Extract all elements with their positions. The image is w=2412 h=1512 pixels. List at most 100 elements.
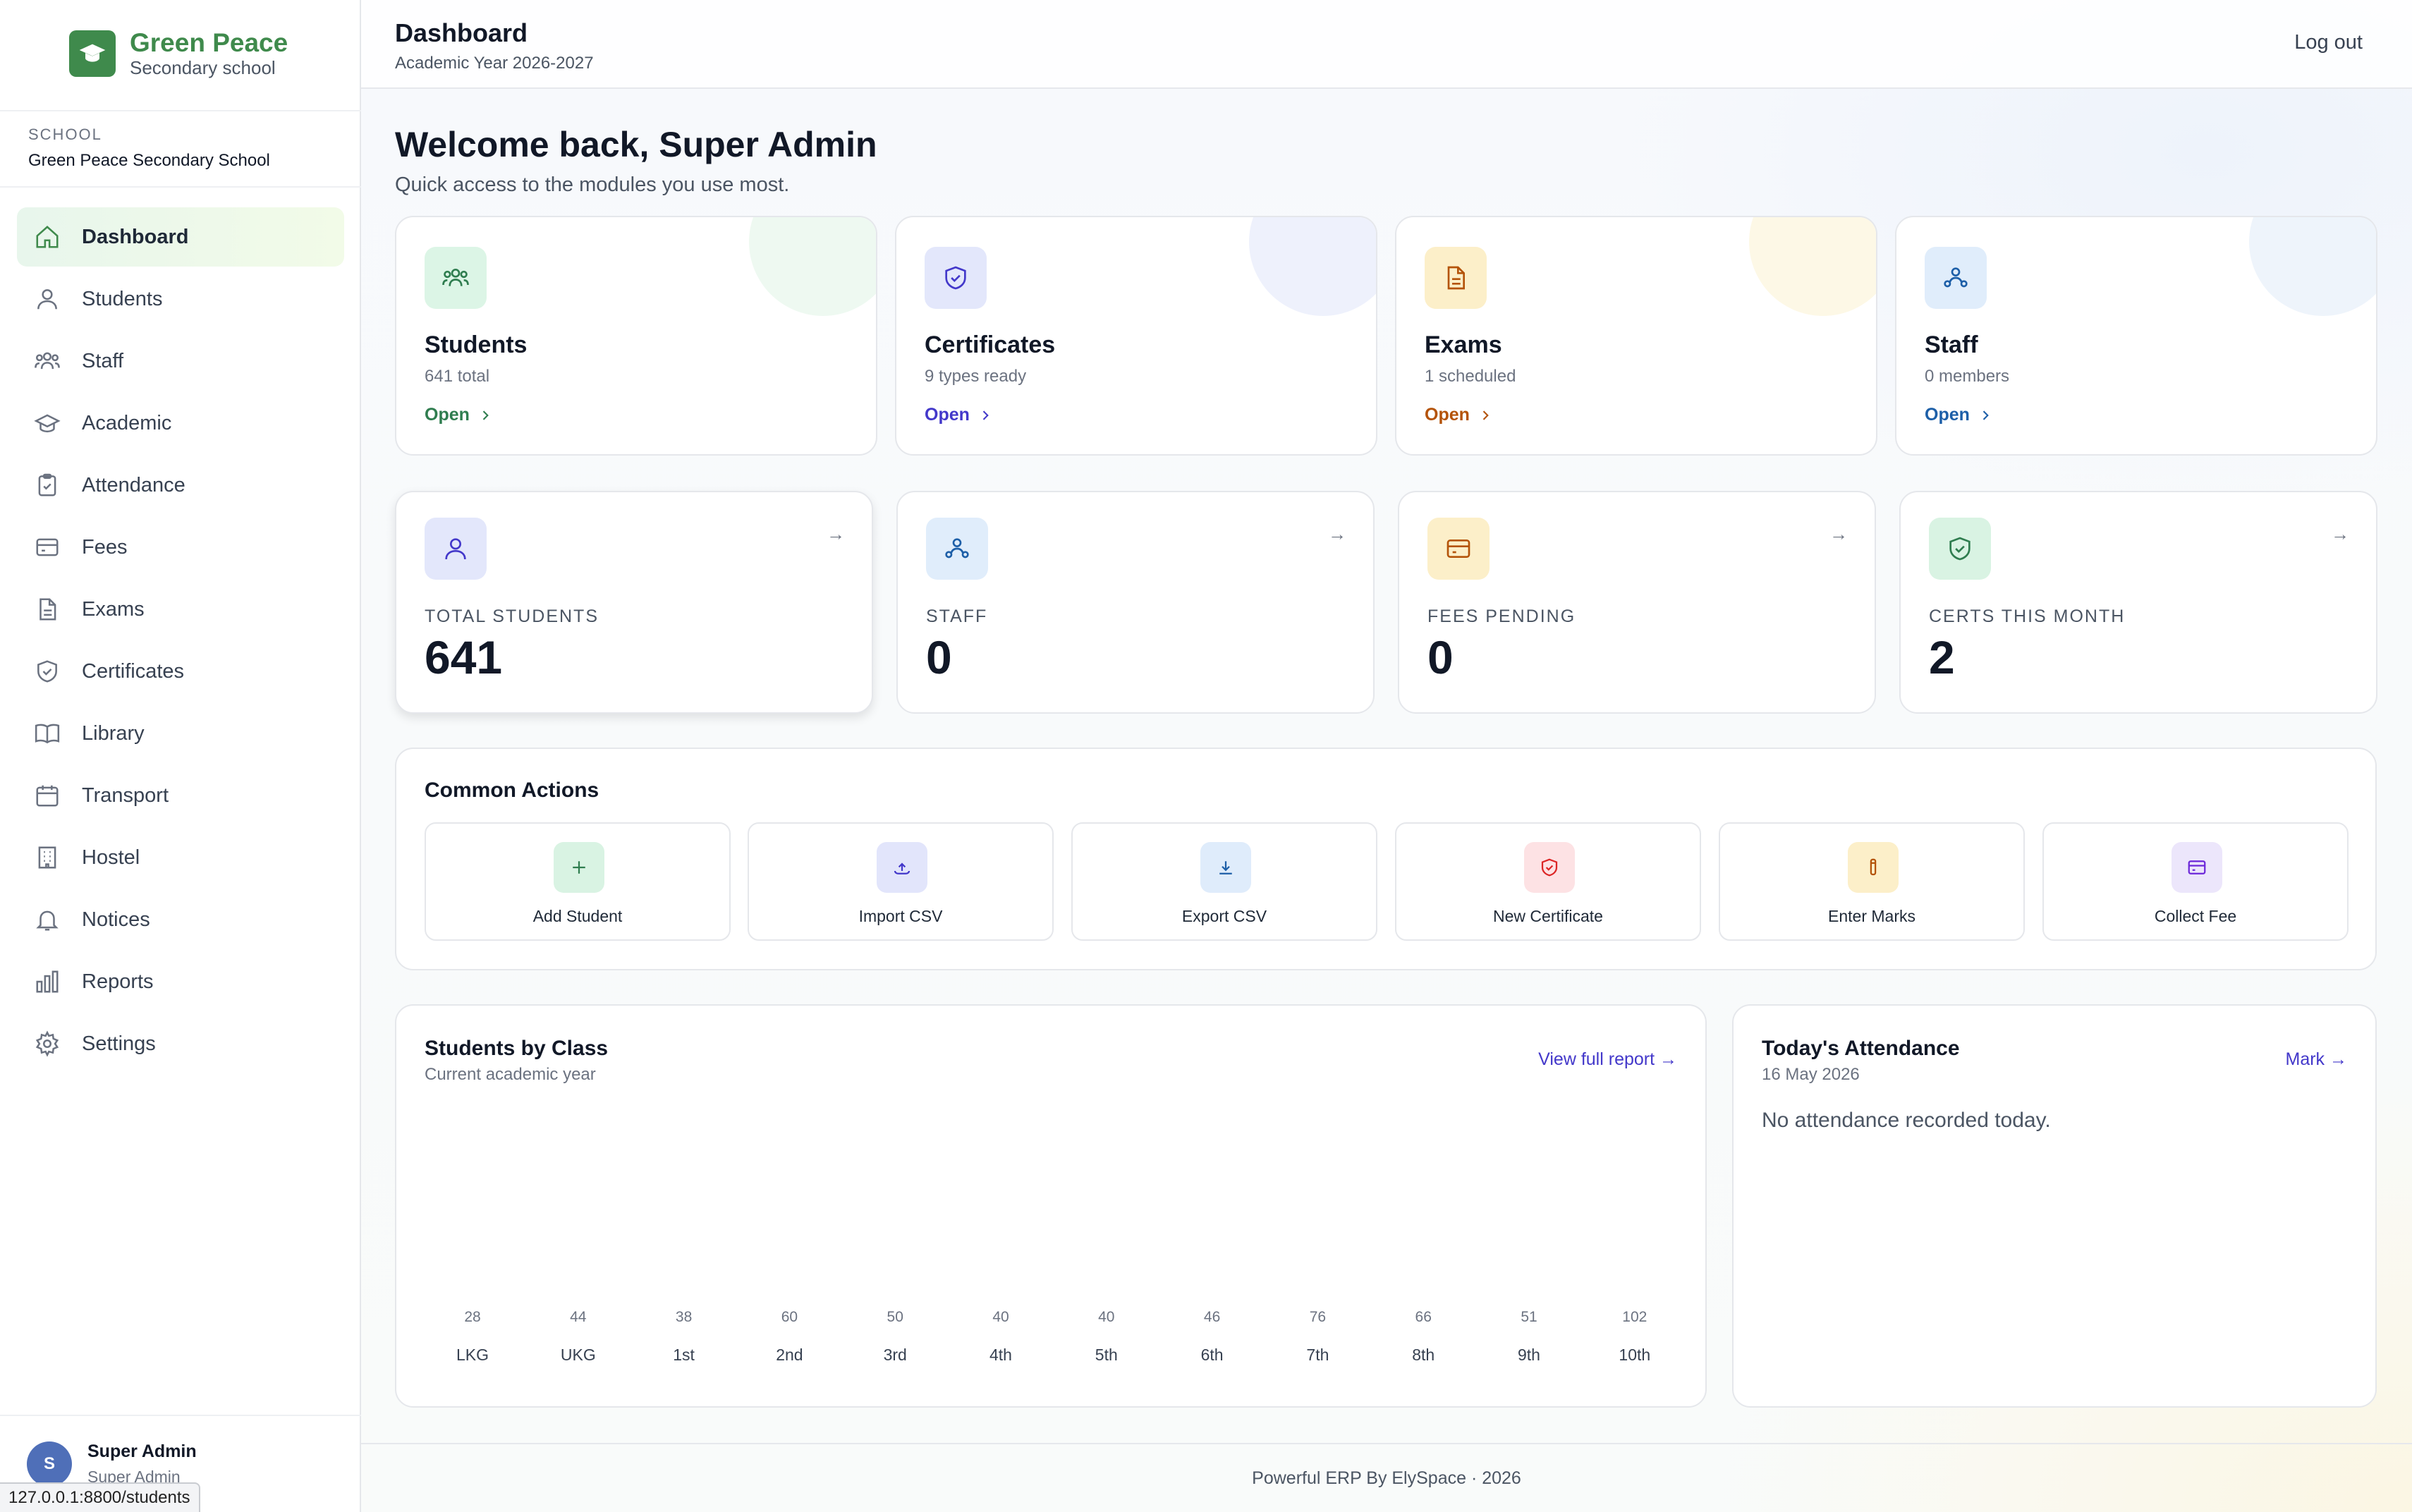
sidebar-item-fees[interactable]: Fees — [17, 518, 344, 577]
sidebar-item-settings[interactable]: Settings — [17, 1014, 344, 1073]
chevron-right-icon — [1982, 410, 1989, 420]
sidebar-item-transport[interactable]: Transport — [17, 766, 344, 825]
add-student-button[interactable]: Add Student — [425, 822, 731, 941]
attendance-date: 16 May 2026 — [1762, 1065, 1860, 1084]
sidebar-item-certificates[interactable]: Certificates — [17, 642, 344, 701]
stat-card-fees-pending[interactable]: → FEES PENDING 0 — [1398, 491, 1876, 714]
module-title: Exams — [1425, 331, 1502, 358]
stat-card-total-students[interactable]: → TOTAL STUDENTS 641 — [395, 491, 873, 714]
status-bar-url: 127.0.0.1:8800/students — [0, 1482, 200, 1512]
action-label: Import CSV — [858, 907, 943, 925]
sidebar-item-exams[interactable]: Exams — [17, 580, 344, 639]
bar-value-label: 50 — [887, 1309, 903, 1325]
sidebar-item-academic[interactable]: Academic — [17, 394, 344, 453]
sidebar-item-library[interactable]: Library — [17, 704, 344, 763]
card-decoration — [749, 217, 876, 316]
open-link[interactable]: Open — [1925, 405, 1992, 425]
panel-title: Today's Attendance — [1762, 1037, 1960, 1060]
sidebar-divider — [0, 186, 361, 188]
sidebar-item-label: Certificates — [82, 659, 185, 683]
open-label: Open — [925, 405, 970, 425]
card-decoration — [1749, 217, 1876, 316]
network-icon — [926, 518, 988, 580]
footer: Powerful ERP By ElySpace · 2026 — [361, 1443, 2412, 1512]
shield-check-icon — [925, 247, 987, 309]
credit-card-icon — [2172, 842, 2222, 893]
open-link[interactable]: Open — [925, 405, 992, 425]
shield-icon — [1524, 842, 1575, 893]
stat-card-certs-this-month[interactable]: → CERTS THIS MONTH 2 — [1899, 491, 2377, 714]
stat-label: TOTAL STUDENTS — [425, 606, 599, 626]
action-label: New Certificate — [1493, 907, 1603, 925]
bar-value-label: 51 — [1521, 1309, 1537, 1325]
sidebar-item-reports[interactable]: Reports — [17, 952, 344, 1011]
bar-value-label: 60 — [781, 1309, 798, 1325]
users-icon — [35, 352, 60, 370]
file-text-icon — [39, 598, 56, 621]
mark-attendance-link[interactable]: Mark → — [2286, 1049, 2348, 1070]
stat-value: 0 — [926, 631, 952, 683]
sidebar: Green Peace Secondary school SCHOOL Gree… — [0, 0, 361, 1512]
sidebar-item-hostel[interactable]: Hostel — [17, 828, 344, 887]
sidebar-item-label: Hostel — [82, 846, 140, 869]
sidebar-item-students[interactable]: Students — [17, 269, 344, 329]
module-card-exams[interactable]: Exams 1 scheduled Open — [1395, 216, 1877, 456]
bar-value-label: 76 — [1310, 1309, 1326, 1325]
stat-label: FEES PENDING — [1427, 606, 1576, 626]
academic-year: Academic Year 2026-2027 — [395, 54, 594, 73]
students-by-class-panel: Students by Class Current academic year … — [395, 1004, 1707, 1408]
bar-value-label: 102 — [1622, 1309, 1647, 1325]
module-card-certificates[interactable]: Certificates 9 types ready Open — [895, 216, 1377, 456]
users-icon — [425, 247, 487, 309]
import-csv-button[interactable]: Import CSV — [748, 822, 1054, 941]
sidebar-item-label: Attendance — [82, 473, 185, 496]
home-icon — [36, 226, 59, 248]
bar-value-label: 40 — [992, 1309, 1009, 1325]
user-icon — [425, 518, 487, 580]
sidebar-item-staff[interactable]: Staff — [17, 331, 344, 391]
bar-value-label: 66 — [1415, 1309, 1432, 1325]
bar-value-label: 44 — [570, 1309, 587, 1325]
category-label: 10th — [1619, 1346, 1650, 1364]
sidebar-item-notices[interactable]: Notices — [17, 890, 344, 949]
stat-value: 2 — [1929, 631, 1955, 683]
sidebar-item-label: Fees — [82, 535, 128, 559]
category-label: 5th — [1095, 1346, 1118, 1364]
collect-fee-button[interactable]: Collect Fee — [2042, 822, 2349, 941]
sidebar-item-label: Settings — [82, 1032, 156, 1055]
sidebar-item-label: Reports — [82, 970, 154, 993]
stat-card-staff[interactable]: → STAFF 0 — [896, 491, 1375, 714]
export-csv-button[interactable]: Export CSV — [1071, 822, 1377, 941]
user-profile[interactable]: S Super Admin Super Admin — [27, 1441, 197, 1487]
module-title: Staff — [1925, 331, 1978, 358]
credit-card-icon — [1427, 518, 1490, 580]
arrow-right-icon[interactable]: → — [2331, 523, 2349, 545]
empty-state-text: No attendance recorded today. — [1762, 1109, 2051, 1132]
category-label: 7th — [1306, 1346, 1329, 1364]
new-certificate-button[interactable]: New Certificate — [1395, 822, 1701, 941]
arrow-right-icon[interactable]: → — [1328, 523, 1346, 545]
module-card-students[interactable]: Students 641 total Open — [395, 216, 877, 456]
open-link[interactable]: Open — [425, 405, 492, 425]
module-title: Certificates — [925, 331, 1056, 358]
bar-chart-icon — [36, 970, 59, 993]
sidebar-item-dashboard[interactable]: Dashboard — [17, 207, 344, 267]
graduation-cap-icon — [69, 30, 116, 77]
common-actions-panel: Common Actions Add Student Import CSV Ex… — [395, 748, 2377, 970]
enter-marks-button[interactable]: Enter Marks — [1719, 822, 2025, 941]
shield-check-icon — [37, 660, 57, 683]
arrow-right-icon[interactable]: → — [827, 523, 845, 545]
school-block: SCHOOL Green Peace Secondary School — [28, 126, 270, 171]
module-subtitle: 1 scheduled — [1425, 367, 1516, 386]
brand[interactable]: Green Peace Secondary school — [69, 30, 288, 77]
open-link[interactable]: Open — [1425, 405, 1492, 425]
logout-button[interactable]: Log out — [2294, 31, 2363, 54]
arrow-right-icon[interactable]: → — [1829, 523, 1848, 545]
module-card-staff[interactable]: Staff 0 members Open — [1895, 216, 2377, 456]
sidebar-item-label: Notices — [82, 908, 150, 931]
sidebar-item-attendance[interactable]: Attendance — [17, 456, 344, 515]
welcome-subtitle: Quick access to the modules you use most… — [395, 173, 790, 196]
open-label: Open — [1425, 405, 1470, 425]
sidebar-divider — [0, 1415, 361, 1416]
open-label: Open — [425, 405, 470, 425]
